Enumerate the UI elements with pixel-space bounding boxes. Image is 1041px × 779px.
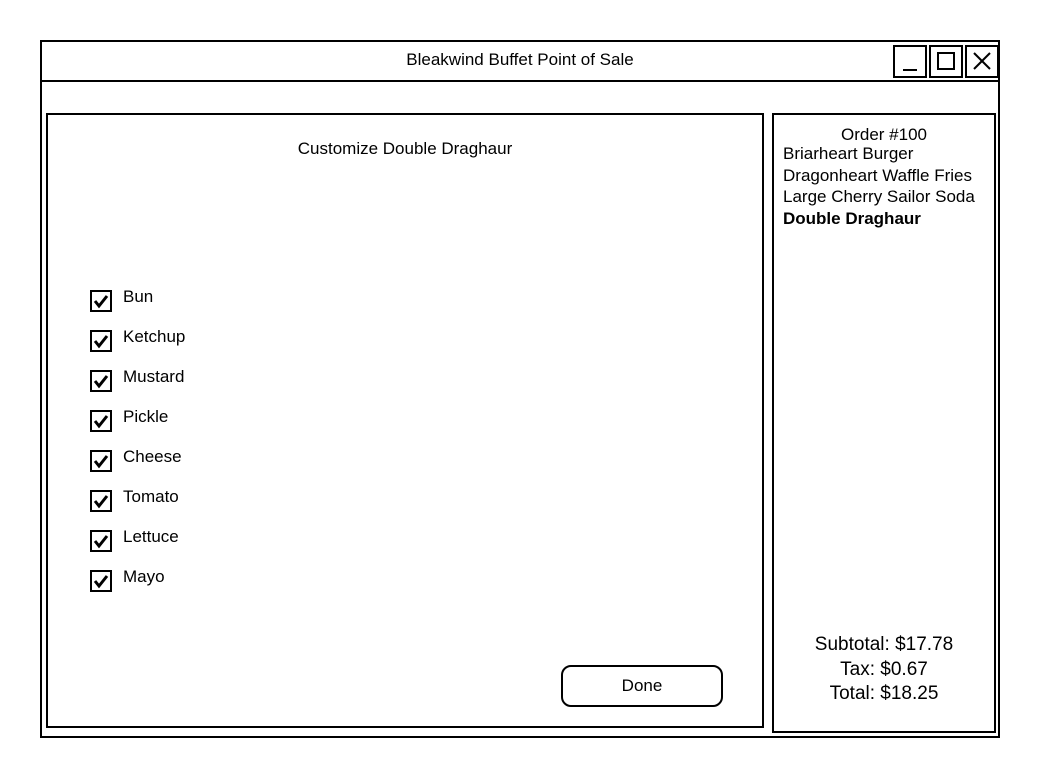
mayo-checkbox[interactable] <box>90 570 112 592</box>
mustard-checkbox[interactable] <box>90 370 112 392</box>
option-label: Tomato <box>123 487 179 506</box>
title-bar: Bleakwind Buffet Point of Sale <box>42 42 999 82</box>
subtotal-label: Subtotal: $17.78 <box>814 634 954 655</box>
checkmark-icon <box>93 335 109 349</box>
window-title: Bleakwind Buffet Point of Sale <box>406 50 634 69</box>
total-label: Total: $18.25 <box>829 683 939 704</box>
order-item[interactable]: Large Cherry Sailor Soda <box>783 186 975 208</box>
checkmark-icon <box>93 455 109 469</box>
order-item-selected[interactable]: Double Draghaur <box>783 208 975 230</box>
checkmark-icon <box>93 575 109 589</box>
pickle-checkbox[interactable] <box>90 410 112 432</box>
checkmark-icon <box>93 495 109 509</box>
ketchup-checkbox[interactable] <box>90 330 112 352</box>
option-label: Pickle <box>123 407 169 426</box>
option-label: Ketchup <box>123 327 186 346</box>
order-title: Order #100 <box>841 125 927 144</box>
order-item[interactable]: Briarheart Burger <box>783 143 975 165</box>
minimize-icon <box>903 69 917 71</box>
cheese-checkbox[interactable] <box>90 450 112 472</box>
tax-label: Tax: $0.67 <box>840 658 928 680</box>
option-label: Cheese <box>123 447 182 466</box>
order-item[interactable]: Dragonheart Waffle Fries <box>783 165 975 187</box>
maximize-icon <box>937 52 955 70</box>
pos-window: Bleakwind Buffet Point of Sale Customize… <box>40 40 1000 738</box>
order-list: Briarheart Burger Dragonheart Waffle Fri… <box>783 143 975 230</box>
option-label: Mustard <box>123 367 185 386</box>
tomato-checkbox[interactable] <box>90 490 112 512</box>
close-icon <box>973 52 991 70</box>
bun-checkbox[interactable] <box>90 290 112 312</box>
checkmark-icon <box>93 415 109 429</box>
customize-panel: Customize Double Draghaur Bun Ketchup Mu… <box>46 113 764 728</box>
checkmark-icon <box>93 535 109 549</box>
minimize-button[interactable] <box>893 45 927 78</box>
order-panel: Order #100 Briarheart Burger Dragonheart… <box>772 113 996 733</box>
lettuce-checkbox[interactable] <box>90 530 112 552</box>
maximize-button[interactable] <box>929 45 963 78</box>
checkmark-icon <box>93 375 109 389</box>
checkmark-icon <box>93 295 109 309</box>
option-label: Bun <box>123 287 154 306</box>
close-button[interactable] <box>965 45 999 78</box>
customize-title: Customize Double Draghaur <box>297 139 513 158</box>
option-label: Lettuce <box>123 527 179 546</box>
option-label: Mayo <box>123 567 165 586</box>
done-button[interactable]: Done <box>561 665 723 707</box>
order-totals: Subtotal: $17.78 Tax: $0.67 Total: $18.2… <box>774 633 994 707</box>
